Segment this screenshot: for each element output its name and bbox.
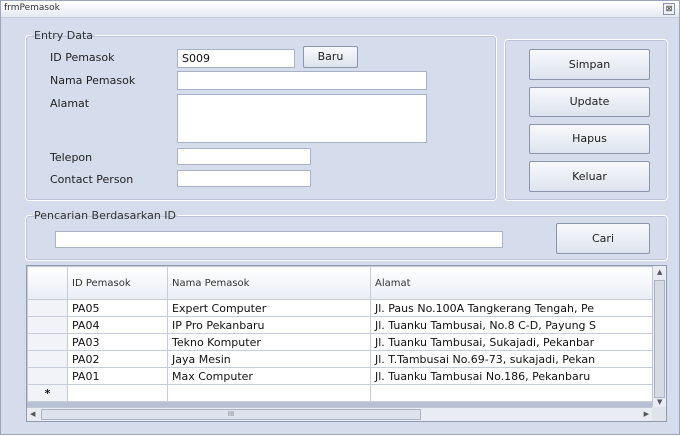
column-header-alamat[interactable]: Alamat (370, 266, 653, 300)
pemasok-datagrid[interactable]: ID Pemasok Nama Pemasok Alamat PA05 Expe… (26, 265, 667, 422)
row-header[interactable] (27, 350, 68, 368)
hapus-button[interactable]: Hapus (529, 124, 650, 154)
row-header[interactable] (27, 299, 68, 317)
pemasok-table: ID Pemasok Nama Pemasok Alamat PA05 Expe… (27, 266, 653, 402)
scroll-down-icon[interactable]: ▼ (657, 398, 662, 406)
keluar-button[interactable]: Keluar (529, 161, 650, 192)
column-header-nama[interactable]: Nama Pemasok (167, 266, 371, 300)
cell-nama[interactable] (167, 384, 371, 402)
cell-alamat[interactable]: Jl. Tuanku Tambusai, Sukajadi, Pekanbar (370, 333, 653, 351)
id-pemasok-label: ID Pemasok (50, 51, 115, 64)
telepon-input[interactable] (177, 148, 311, 165)
restore-icon[interactable]: ⊠ (663, 3, 675, 15)
horizontal-scroll-thumb[interactable]: III (41, 409, 421, 420)
search-id-input[interactable] (55, 231, 503, 248)
cell-id[interactable]: PA04 (67, 316, 168, 334)
cell-id[interactable]: PA01 (67, 367, 168, 385)
scroll-up-icon[interactable]: ▲ (657, 268, 662, 276)
scroll-left-icon[interactable]: ◀ (30, 410, 35, 418)
contact-person-label: Contact Person (50, 173, 134, 186)
cell-nama[interactable]: IP Pro Pekanbaru (167, 316, 371, 334)
cell-id[interactable]: PA03 (67, 333, 168, 351)
table-row[interactable]: PA04 IP Pro Pekanbaru Jl. Tuanku Tambusa… (27, 316, 653, 334)
title-bar: frmPemasok ⊠ (1, 1, 679, 18)
row-header[interactable] (27, 316, 68, 334)
cell-alamat[interactable] (370, 384, 653, 402)
cell-id[interactable]: PA02 (67, 350, 168, 368)
cell-alamat[interactable]: Jl. Tuanku Tambusai No.186, Pekanbaru (370, 367, 653, 385)
table-row[interactable]: PA03 Tekno Komputer Jl. Tuanku Tambusai,… (27, 333, 653, 351)
row-header-corner (27, 266, 68, 300)
window-title: frmPemasok (4, 3, 60, 13)
column-header-id[interactable]: ID Pemasok (67, 266, 168, 300)
update-button[interactable]: Update (529, 87, 650, 117)
baru-button[interactable]: Baru (303, 46, 358, 68)
cell-alamat[interactable]: Jl. Paus No.100A Tangkerang Tengah, Pe (370, 299, 653, 317)
header-row: ID Pemasok Nama Pemasok Alamat (27, 266, 653, 300)
cell-nama[interactable]: Tekno Komputer (167, 333, 371, 351)
cell-nama[interactable]: Max Computer (167, 367, 371, 385)
horizontal-scrollbar[interactable]: ◀ III ▶ (27, 407, 652, 421)
table-row[interactable]: PA05 Expert Computer Jl. Paus No.100A Ta… (27, 299, 653, 317)
nama-pemasok-label: Nama Pemasok (50, 74, 136, 87)
cell-id[interactable] (67, 384, 168, 402)
cell-alamat[interactable]: Jl. T.Tambusai No.69-73, sukajadi, Pekan (370, 350, 653, 368)
alamat-input[interactable] (177, 94, 427, 143)
entry-data-legend: Entry Data (34, 29, 94, 42)
new-row-marker: * (27, 384, 68, 402)
cell-nama[interactable]: Expert Computer (167, 299, 371, 317)
cell-alamat[interactable]: Jl. Tuanku Tambusai, No.8 C-D, Payung S (370, 316, 653, 334)
new-row[interactable]: * (27, 384, 653, 402)
alamat-label: Alamat (50, 97, 90, 110)
cell-id[interactable]: PA05 (67, 299, 168, 317)
nama-pemasok-input[interactable] (177, 71, 427, 90)
table-row[interactable]: PA01 Max Computer Jl. Tuanku Tambusai No… (27, 367, 653, 385)
row-header[interactable] (27, 333, 68, 351)
row-header[interactable] (27, 367, 68, 385)
pemasok-window: frmPemasok ⊠ Entry Data ID Pemasok S009 … (0, 0, 680, 435)
cari-button[interactable]: Cari (556, 223, 650, 254)
simpan-button[interactable]: Simpan (529, 49, 650, 80)
vertical-scroll-thumb[interactable] (654, 280, 665, 398)
contact-person-input[interactable] (177, 170, 311, 187)
cell-nama[interactable]: Jaya Mesin (167, 350, 371, 368)
search-legend: Pencarian Berdasarkan ID (34, 209, 177, 222)
scroll-right-icon[interactable]: ▶ (644, 410, 649, 418)
scrollbar-corner (652, 407, 666, 421)
id-pemasok-input[interactable]: S009 (177, 49, 295, 68)
table-row[interactable]: PA02 Jaya Mesin Jl. T.Tambusai No.69-73,… (27, 350, 653, 368)
telepon-label: Telepon (50, 151, 93, 164)
vertical-scrollbar[interactable]: ▲ ▼ (652, 266, 666, 407)
